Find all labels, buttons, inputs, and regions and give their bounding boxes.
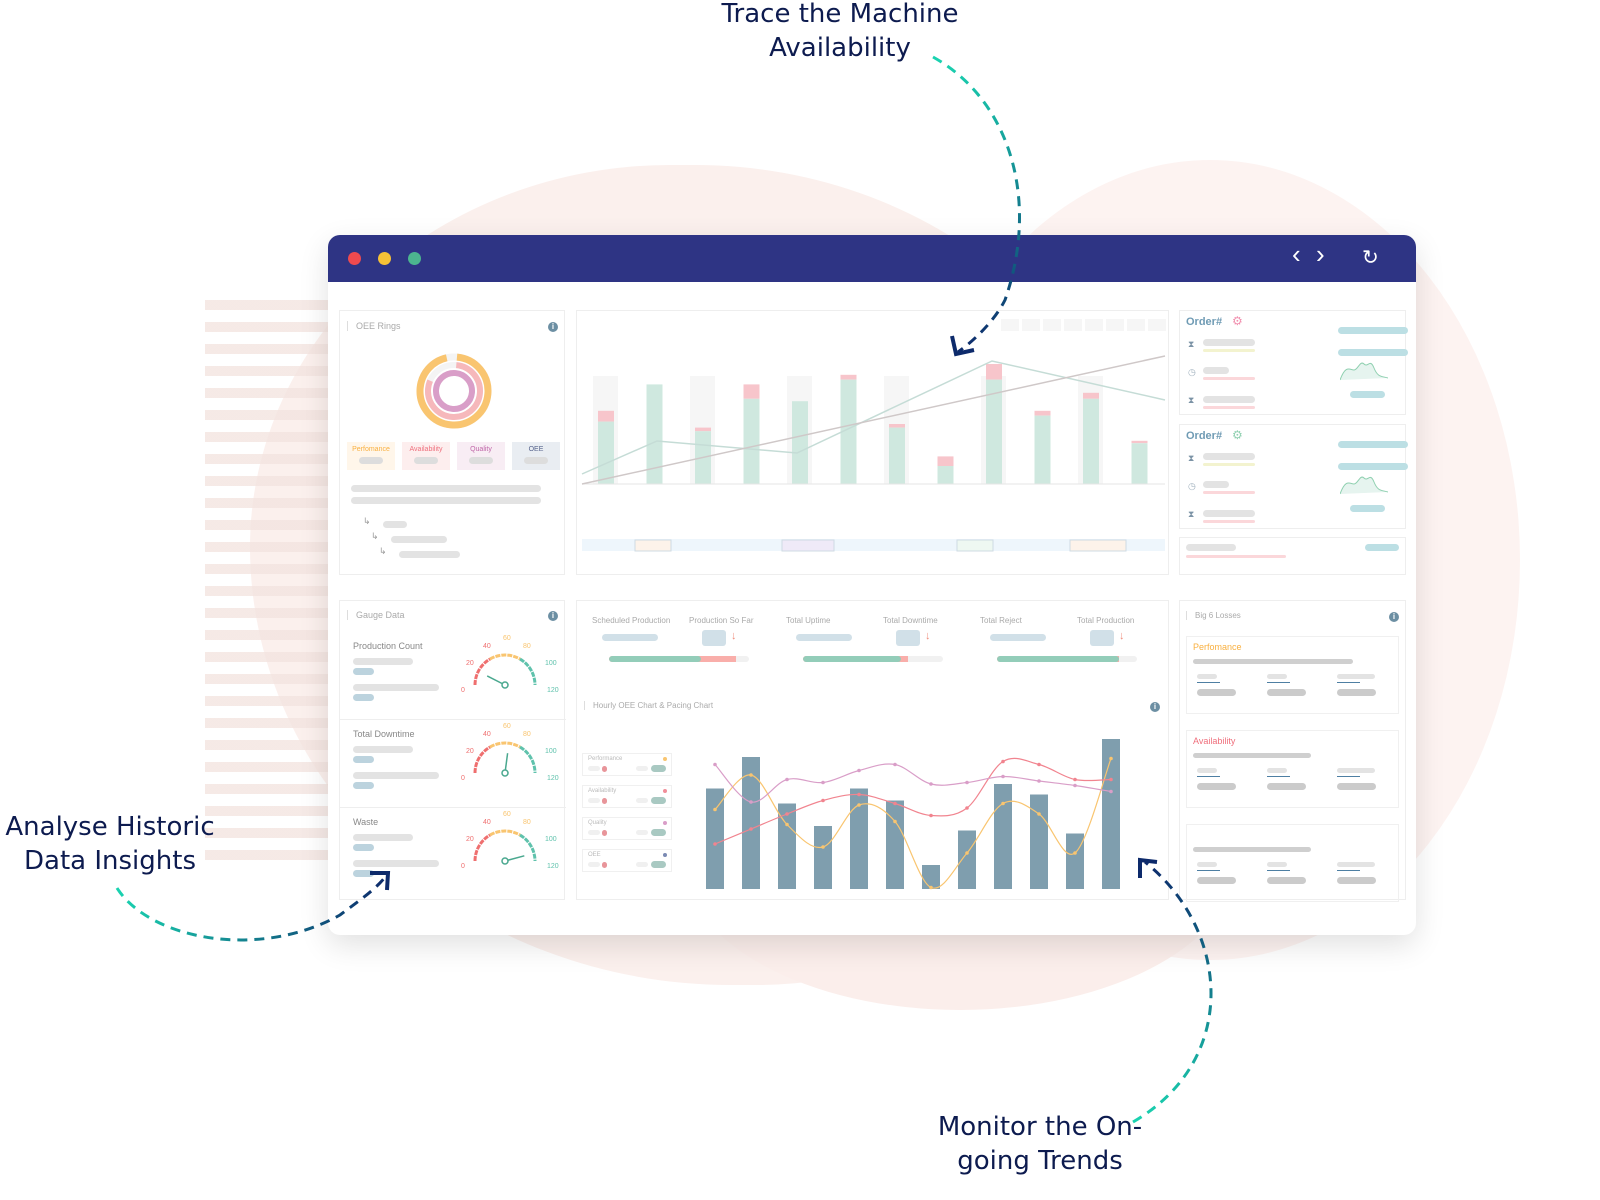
arrow-bottom: [1132, 860, 1213, 1124]
arrow-top: [932, 55, 1022, 354]
annotation-arrows: [115, 55, 1213, 1124]
arrow-left: [115, 875, 388, 942]
